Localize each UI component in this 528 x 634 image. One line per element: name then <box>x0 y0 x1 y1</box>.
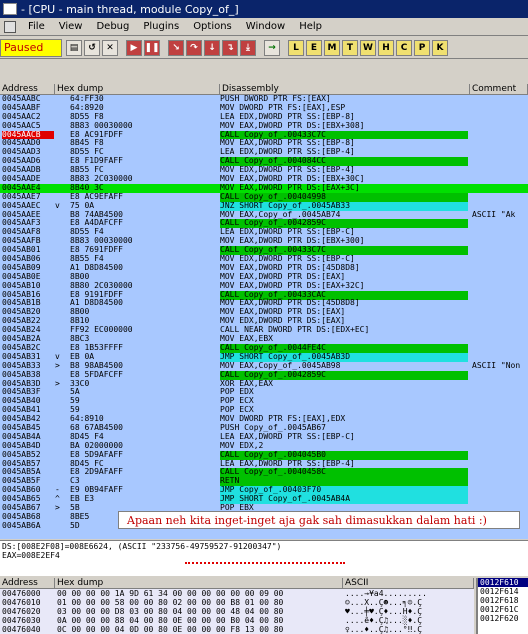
menu-plugins[interactable]: Plugins <box>137 21 187 32</box>
dump-row[interactable]: 00476000 00 00 00 00 1A 9D 61 34 00 00 00… <box>0 589 474 598</box>
dump-hex: 0C 00 00 00 04 0D 00 80 0E 00 00 00 F8 1… <box>57 625 284 634</box>
row-comment: ASCII "Ak <box>472 209 516 219</box>
windows-button[interactable]: W <box>360 39 376 56</box>
row-hex: E8 2D9AFAFF <box>70 467 123 477</box>
row-jump-marker: > <box>55 502 60 512</box>
stack-rows: 0012F610 0012F614 0012F618 0012F61C 0012F620 <box>478 578 528 623</box>
dump-address: 00476020 <box>2 607 41 616</box>
cpu-window-icon[interactable] <box>4 20 16 33</box>
row-hex: E8 5FDAFCFF <box>70 369 123 379</box>
dump-ascii: ♥...╪♥.Ç♦...H♦.Ç <box>345 607 423 616</box>
dump-hex: 00 00 00 00 1A 9D 61 34 00 00 00 00 00 0… <box>57 589 284 598</box>
stack-row[interactable]: 0012F61C <box>478 605 528 614</box>
dump-ascii: ♀...♦..Ç♫...°‼.Ç <box>345 625 423 634</box>
row-jump-marker: v <box>55 200 60 210</box>
disassembly-pane[interactable]: Address Hex dump Disassembly Comment 004… <box>0 84 528 539</box>
cpu-button[interactable]: C <box>396 39 412 56</box>
redaction-scribble <box>185 557 345 564</box>
stack-pane[interactable]: 0012F610 0012F614 0012F618 0012F61C 0012F620 <box>476 578 528 634</box>
row-instruction: JMP SHORT Copy_of_.0045AB4A <box>220 494 468 504</box>
col-comment[interactable]: Comment <box>470 84 528 95</box>
handles-button[interactable]: H <box>378 39 394 56</box>
row-address: 0045AB6A <box>2 520 41 530</box>
row-jump-marker: > <box>55 378 60 388</box>
menu-debug[interactable]: Debug <box>90 21 137 32</box>
dump-row[interactable]: 00476040 0C 00 00 00 04 0D 00 80 0E 00 00… <box>0 625 474 634</box>
row-hex: 33C0 <box>70 378 90 388</box>
menu-bar: File View Debug Plugins Options Window H… <box>0 18 528 36</box>
stack-row[interactable]: 0012F618 <box>478 596 528 605</box>
dump-row[interactable]: 00476020 03 00 00 00 D8 03 00 80 04 00 00… <box>0 607 474 616</box>
row-jump-marker: > <box>55 360 60 370</box>
dump-column-headers: Address Hex dump ASCII <box>0 578 474 589</box>
dump-row[interactable]: 00476030 0A 00 00 00 88 04 00 80 0E 00 00… <box>0 616 474 625</box>
trace-into-icon[interactable]: ↓ <box>204 39 220 56</box>
modules-button[interactable]: E <box>306 39 322 56</box>
dump-row[interactable]: 00476010 01 00 00 00 58 00 00 80 02 00 00… <box>0 598 474 607</box>
stack-row[interactable]: 0012F620 <box>478 614 528 623</box>
go-to-icon[interactable]: → <box>264 39 280 56</box>
row-hex: 8B00 <box>70 307 90 317</box>
menu-window[interactable]: Window <box>240 21 293 32</box>
stack-row[interactable]: 0012F614 <box>478 587 528 596</box>
restart-icon[interactable]: ↺ <box>84 39 100 56</box>
patches-button[interactable]: P <box>414 39 430 56</box>
dump-address: 00476030 <box>2 616 41 625</box>
open-icon[interactable]: ▤ <box>66 39 82 56</box>
menu-options[interactable]: Options <box>187 21 240 32</box>
dump-hex: 0A 00 00 00 88 04 00 80 0E 00 00 00 B0 0… <box>57 616 284 625</box>
dump-hex: 01 00 00 00 58 00 00 80 02 00 00 00 B8 0… <box>57 598 284 607</box>
app-icon <box>3 3 17 15</box>
info-pane: DS:[008E2F08]=008E6624, (ASCII "233756-4… <box>0 540 528 576</box>
dump-col-address[interactable]: Address <box>0 578 55 589</box>
row-instruction: POP ECX <box>220 396 254 406</box>
memory-button[interactable]: M <box>324 39 340 56</box>
log-window-button[interactable]: L <box>288 39 304 56</box>
status-paused: Paused <box>0 38 62 57</box>
info-line-1: DS:[008E2F08]=008E6624, (ASCII "233756-4… <box>2 542 282 551</box>
execute-till-return-icon[interactable]: ⤓ <box>240 39 256 56</box>
dump-col-ascii[interactable]: ASCII <box>343 578 474 589</box>
disassembly-rows: 0045AABC 64:FF30 PUSH DWORD PTR FS:[EAX] 00… <box>0 94 528 531</box>
step-over-icon[interactable]: ↷ <box>186 39 202 56</box>
close-icon[interactable]: ✕ <box>102 39 118 56</box>
dump-address: 00476000 <box>2 589 41 598</box>
dump-address: 00476010 <box>2 598 41 607</box>
row-hex: A1 D8D84500 <box>70 298 123 308</box>
dump-ascii: ....ê♦.Ç♫...░♦.Ç <box>345 616 423 625</box>
toolbar: Paused ▤ ↺ ✕ ▶ ❚❚ ↘ ↷ ↓ ↴ ⤓ → L E M T W … <box>0 37 528 59</box>
title-bar: - [CPU - main thread, module Copy_of_] <box>0 0 528 18</box>
row-hex: A1 D8D84500 <box>70 262 123 272</box>
annotation-note: Apaan neh kita inget-inget aja gak sah d… <box>118 511 520 529</box>
run-icon[interactable]: ▶ <box>126 39 142 56</box>
memory-dump-pane[interactable]: Address Hex dump ASCII 00476000 00 00 00 … <box>0 578 474 634</box>
threads-button[interactable]: T <box>342 39 358 56</box>
dump-address: 00476040 <box>2 625 41 634</box>
row-hex: EB E3 <box>70 494 95 504</box>
row-hex: 5A <box>70 387 80 397</box>
step-into-icon[interactable]: ↘ <box>168 39 184 56</box>
trace-over-icon[interactable]: ↴ <box>222 39 238 56</box>
pause-icon[interactable]: ❚❚ <box>144 39 160 56</box>
stack-row[interactable]: 0012F610 <box>478 578 528 587</box>
dump-rows: 00476000 00 00 00 00 1A 9D 61 34 00 00 00… <box>0 589 474 634</box>
menu-file[interactable]: File <box>22 21 53 32</box>
window-title: - [CPU - main thread, module Copy_of_] <box>21 2 239 16</box>
dump-ascii: ☺...X..Ç☻...╕☺.Ç <box>345 598 423 607</box>
row-instruction: XOR EAX,EAX <box>220 378 273 388</box>
call-stack-button[interactable]: K <box>432 39 448 56</box>
menu-view[interactable]: View <box>53 21 91 32</box>
row-instruction: CALL Copy_of_.0040458C <box>220 468 468 478</box>
dump-col-hex[interactable]: Hex dump <box>55 578 343 589</box>
row-comment: ASCII "Non <box>472 360 521 370</box>
menu-help[interactable]: Help <box>293 21 330 32</box>
dump-ascii: ....→¥a4......... <box>345 589 427 598</box>
row-instruction: POP EDX <box>220 387 254 397</box>
row-hex: FF92 EC000000 <box>70 325 133 335</box>
dump-hex: 03 00 00 00 D8 03 00 80 04 00 00 00 48 0… <box>57 607 284 616</box>
row-hex: 59 <box>70 396 80 406</box>
